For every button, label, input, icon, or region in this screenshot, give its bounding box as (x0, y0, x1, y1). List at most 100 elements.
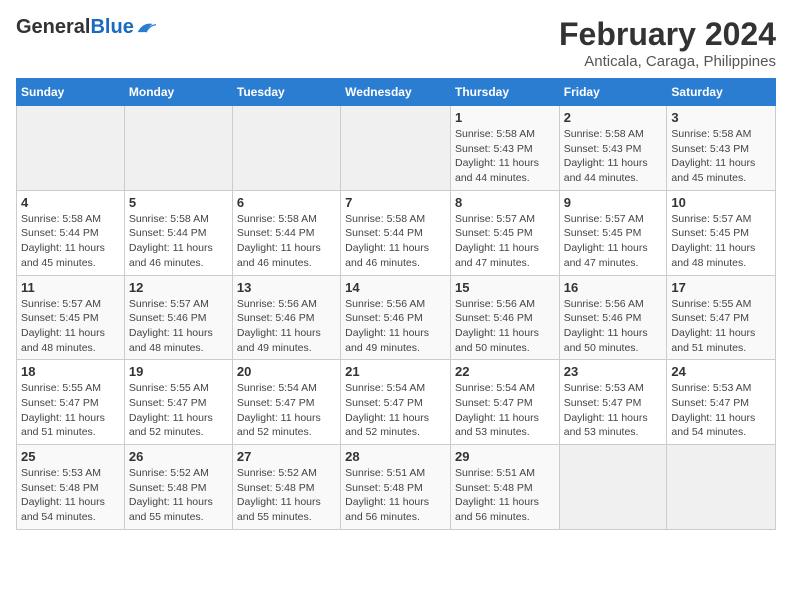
day-details: Sunrise: 5:58 AMSunset: 5:43 PMDaylight:… (671, 127, 771, 186)
calendar-week-row: 25 Sunrise: 5:53 AMSunset: 5:48 PMDayligh… (17, 445, 776, 530)
day-number: 5 (129, 195, 228, 210)
calendar-cell: 3 Sunrise: 5:58 AMSunset: 5:43 PMDaylight… (667, 106, 776, 191)
calendar-cell: 29 Sunrise: 5:51 AMSunset: 5:48 PMDayligh… (450, 445, 559, 530)
day-details: Sunrise: 5:51 AMSunset: 5:48 PMDaylight:… (455, 466, 555, 525)
calendar-cell: 26Sunrise: 5:52 AMSunset: 5:48 PMDayligh… (124, 445, 232, 530)
day-details: Sunrise: 5:54 AMSunset: 5:47 PMDaylight:… (237, 381, 336, 440)
day-number: 19 (129, 364, 228, 379)
day-number: 12 (129, 280, 228, 295)
calendar-cell: 19 Sunrise: 5:55 AMSunset: 5:47 PMDayligh… (124, 360, 232, 445)
calendar-cell: 15 Sunrise: 5:56 AMSunset: 5:46 PMDayligh… (450, 275, 559, 360)
day-number: 26 (129, 449, 228, 464)
day-number: 28 (345, 449, 446, 464)
calendar-cell: 9Sunrise: 5:57 AMSunset: 5:45 PMDaylight… (559, 190, 667, 275)
day-number: 10 (671, 195, 771, 210)
day-of-week-header: Thursday (450, 79, 559, 106)
calendar-table: SundayMondayTuesdayWednesdayThursdayFrid… (16, 78, 776, 530)
calendar-cell: 5Sunrise: 5:58 AMSunset: 5:44 PMDaylight… (124, 190, 232, 275)
day-number: 17 (671, 280, 771, 295)
day-number: 4 (21, 195, 120, 210)
calendar-week-row: 4 Sunrise: 5:58 AMSunset: 5:44 PMDaylight… (17, 190, 776, 275)
day-details: Sunrise: 5:53 AMSunset: 5:48 PMDaylight:… (21, 466, 120, 525)
day-details: Sunrise: 5:53 AMSunset: 5:47 PMDaylight:… (671, 381, 771, 440)
logo-text: GeneralBlue (16, 16, 134, 39)
calendar-cell: 1 Sunrise: 5:58 AMSunset: 5:43 PMDaylight… (450, 106, 559, 191)
calendar-cell: 8 Sunrise: 5:57 AMSunset: 5:45 PMDaylight… (450, 190, 559, 275)
day-number: 15 (455, 280, 555, 295)
day-number: 27 (237, 449, 336, 464)
calendar-cell (559, 445, 667, 530)
day-number: 6 (237, 195, 336, 210)
day-details: Sunrise: 5:53 AMSunset: 5:47 PMDaylight:… (564, 381, 663, 440)
day-number: 25 (21, 449, 120, 464)
day-of-week-header: Monday (124, 79, 232, 106)
day-number: 1 (455, 110, 555, 125)
calendar-week-row: 11 Sunrise: 5:57 AMSunset: 5:45 PMDayligh… (17, 275, 776, 360)
month-year-title: February 2024 (559, 16, 776, 53)
logo-bird-icon (136, 20, 156, 36)
calendar-cell (17, 106, 125, 191)
day-number: 11 (21, 280, 120, 295)
day-details: Sunrise: 5:56 AMSunset: 5:46 PMDaylight:… (237, 297, 336, 356)
day-details: Sunrise: 5:56 AMSunset: 5:46 PMDaylight:… (345, 297, 446, 356)
day-details: Sunrise: 5:55 AMSunset: 5:47 PMDaylight:… (671, 297, 771, 356)
day-number: 18 (21, 364, 120, 379)
logo: GeneralBlue (16, 16, 156, 39)
day-number: 9 (564, 195, 663, 210)
day-details: Sunrise: 5:52 AMSunset: 5:48 PMDaylight:… (237, 466, 336, 525)
calendar-cell: 4 Sunrise: 5:58 AMSunset: 5:44 PMDaylight… (17, 190, 125, 275)
calendar-cell: 10Sunrise: 5:57 AMSunset: 5:45 PMDayligh… (667, 190, 776, 275)
day-of-week-header: Tuesday (232, 79, 340, 106)
calendar-cell: 16Sunrise: 5:56 AMSunset: 5:46 PMDayligh… (559, 275, 667, 360)
day-number: 16 (564, 280, 663, 295)
calendar-cell: 28 Sunrise: 5:51 AMSunset: 5:48 PMDayligh… (341, 445, 451, 530)
calendar-cell: 12 Sunrise: 5:57 AMSunset: 5:46 PMDayligh… (124, 275, 232, 360)
calendar-cell: 22 Sunrise: 5:54 AMSunset: 5:47 PMDayligh… (450, 360, 559, 445)
calendar-cell: 13Sunrise: 5:56 AMSunset: 5:46 PMDayligh… (232, 275, 340, 360)
day-details: Sunrise: 5:51 AMSunset: 5:48 PMDaylight:… (345, 466, 446, 525)
calendar-cell: 20 Sunrise: 5:54 AMSunset: 5:47 PMDayligh… (232, 360, 340, 445)
day-details: Sunrise: 5:58 AMSunset: 5:43 PMDaylight:… (564, 127, 663, 186)
calendar-cell (232, 106, 340, 191)
day-number: 23 (564, 364, 663, 379)
day-details: Sunrise: 5:55 AMSunset: 5:47 PMDaylight:… (21, 381, 120, 440)
day-number: 14 (345, 280, 446, 295)
calendar-cell: 21 Sunrise: 5:54 AMSunset: 5:47 PMDayligh… (341, 360, 451, 445)
day-details: Sunrise: 5:57 AMSunset: 5:46 PMDaylight:… (129, 297, 228, 356)
calendar-cell: 18 Sunrise: 5:55 AMSunset: 5:47 PMDayligh… (17, 360, 125, 445)
day-details: Sunrise: 5:57 AMSunset: 5:45 PMDaylight:… (21, 297, 120, 356)
calendar-cell: 11 Sunrise: 5:57 AMSunset: 5:45 PMDayligh… (17, 275, 125, 360)
day-details: Sunrise: 5:58 AMSunset: 5:43 PMDaylight:… (455, 127, 555, 186)
calendar-week-row: 18 Sunrise: 5:55 AMSunset: 5:47 PMDayligh… (17, 360, 776, 445)
day-details: Sunrise: 5:55 AMSunset: 5:47 PMDaylight:… (129, 381, 228, 440)
day-number: 2 (564, 110, 663, 125)
day-details: Sunrise: 5:57 AMSunset: 5:45 PMDaylight:… (455, 212, 555, 271)
day-details: Sunrise: 5:56 AMSunset: 5:46 PMDaylight:… (455, 297, 555, 356)
day-number: 24 (671, 364, 771, 379)
calendar-header-row: SundayMondayTuesdayWednesdayThursdayFrid… (17, 79, 776, 106)
day-number: 3 (671, 110, 771, 125)
day-number: 29 (455, 449, 555, 464)
calendar-cell: 7 Sunrise: 5:58 AMSunset: 5:44 PMDaylight… (341, 190, 451, 275)
calendar-cell: 23 Sunrise: 5:53 AMSunset: 5:47 PMDayligh… (559, 360, 667, 445)
calendar-cell (124, 106, 232, 191)
day-number: 7 (345, 195, 446, 210)
calendar-cell: 17 Sunrise: 5:55 AMSunset: 5:47 PMDayligh… (667, 275, 776, 360)
day-number: 22 (455, 364, 555, 379)
day-details: Sunrise: 5:58 AMSunset: 5:44 PMDaylight:… (21, 212, 120, 271)
day-details: Sunrise: 5:54 AMSunset: 5:47 PMDaylight:… (455, 381, 555, 440)
day-number: 8 (455, 195, 555, 210)
day-number: 20 (237, 364, 336, 379)
calendar-cell: 24 Sunrise: 5:53 AMSunset: 5:47 PMDayligh… (667, 360, 776, 445)
day-of-week-header: Friday (559, 79, 667, 106)
day-details: Sunrise: 5:54 AMSunset: 5:47 PMDaylight:… (345, 381, 446, 440)
calendar-cell: 2 Sunrise: 5:58 AMSunset: 5:43 PMDaylight… (559, 106, 667, 191)
day-of-week-header: Wednesday (341, 79, 451, 106)
title-area: February 2024 Anticala, Caraga, Philippi… (559, 16, 776, 70)
calendar-week-row: 1 Sunrise: 5:58 AMSunset: 5:43 PMDaylight… (17, 106, 776, 191)
day-details: Sunrise: 5:58 AMSunset: 5:44 PMDaylight:… (345, 212, 446, 271)
calendar-cell: 25 Sunrise: 5:53 AMSunset: 5:48 PMDayligh… (17, 445, 125, 530)
location-subtitle: Anticala, Caraga, Philippines (559, 53, 776, 70)
day-details: Sunrise: 5:58 AMSunset: 5:44 PMDaylight:… (237, 212, 336, 271)
day-number: 21 (345, 364, 446, 379)
